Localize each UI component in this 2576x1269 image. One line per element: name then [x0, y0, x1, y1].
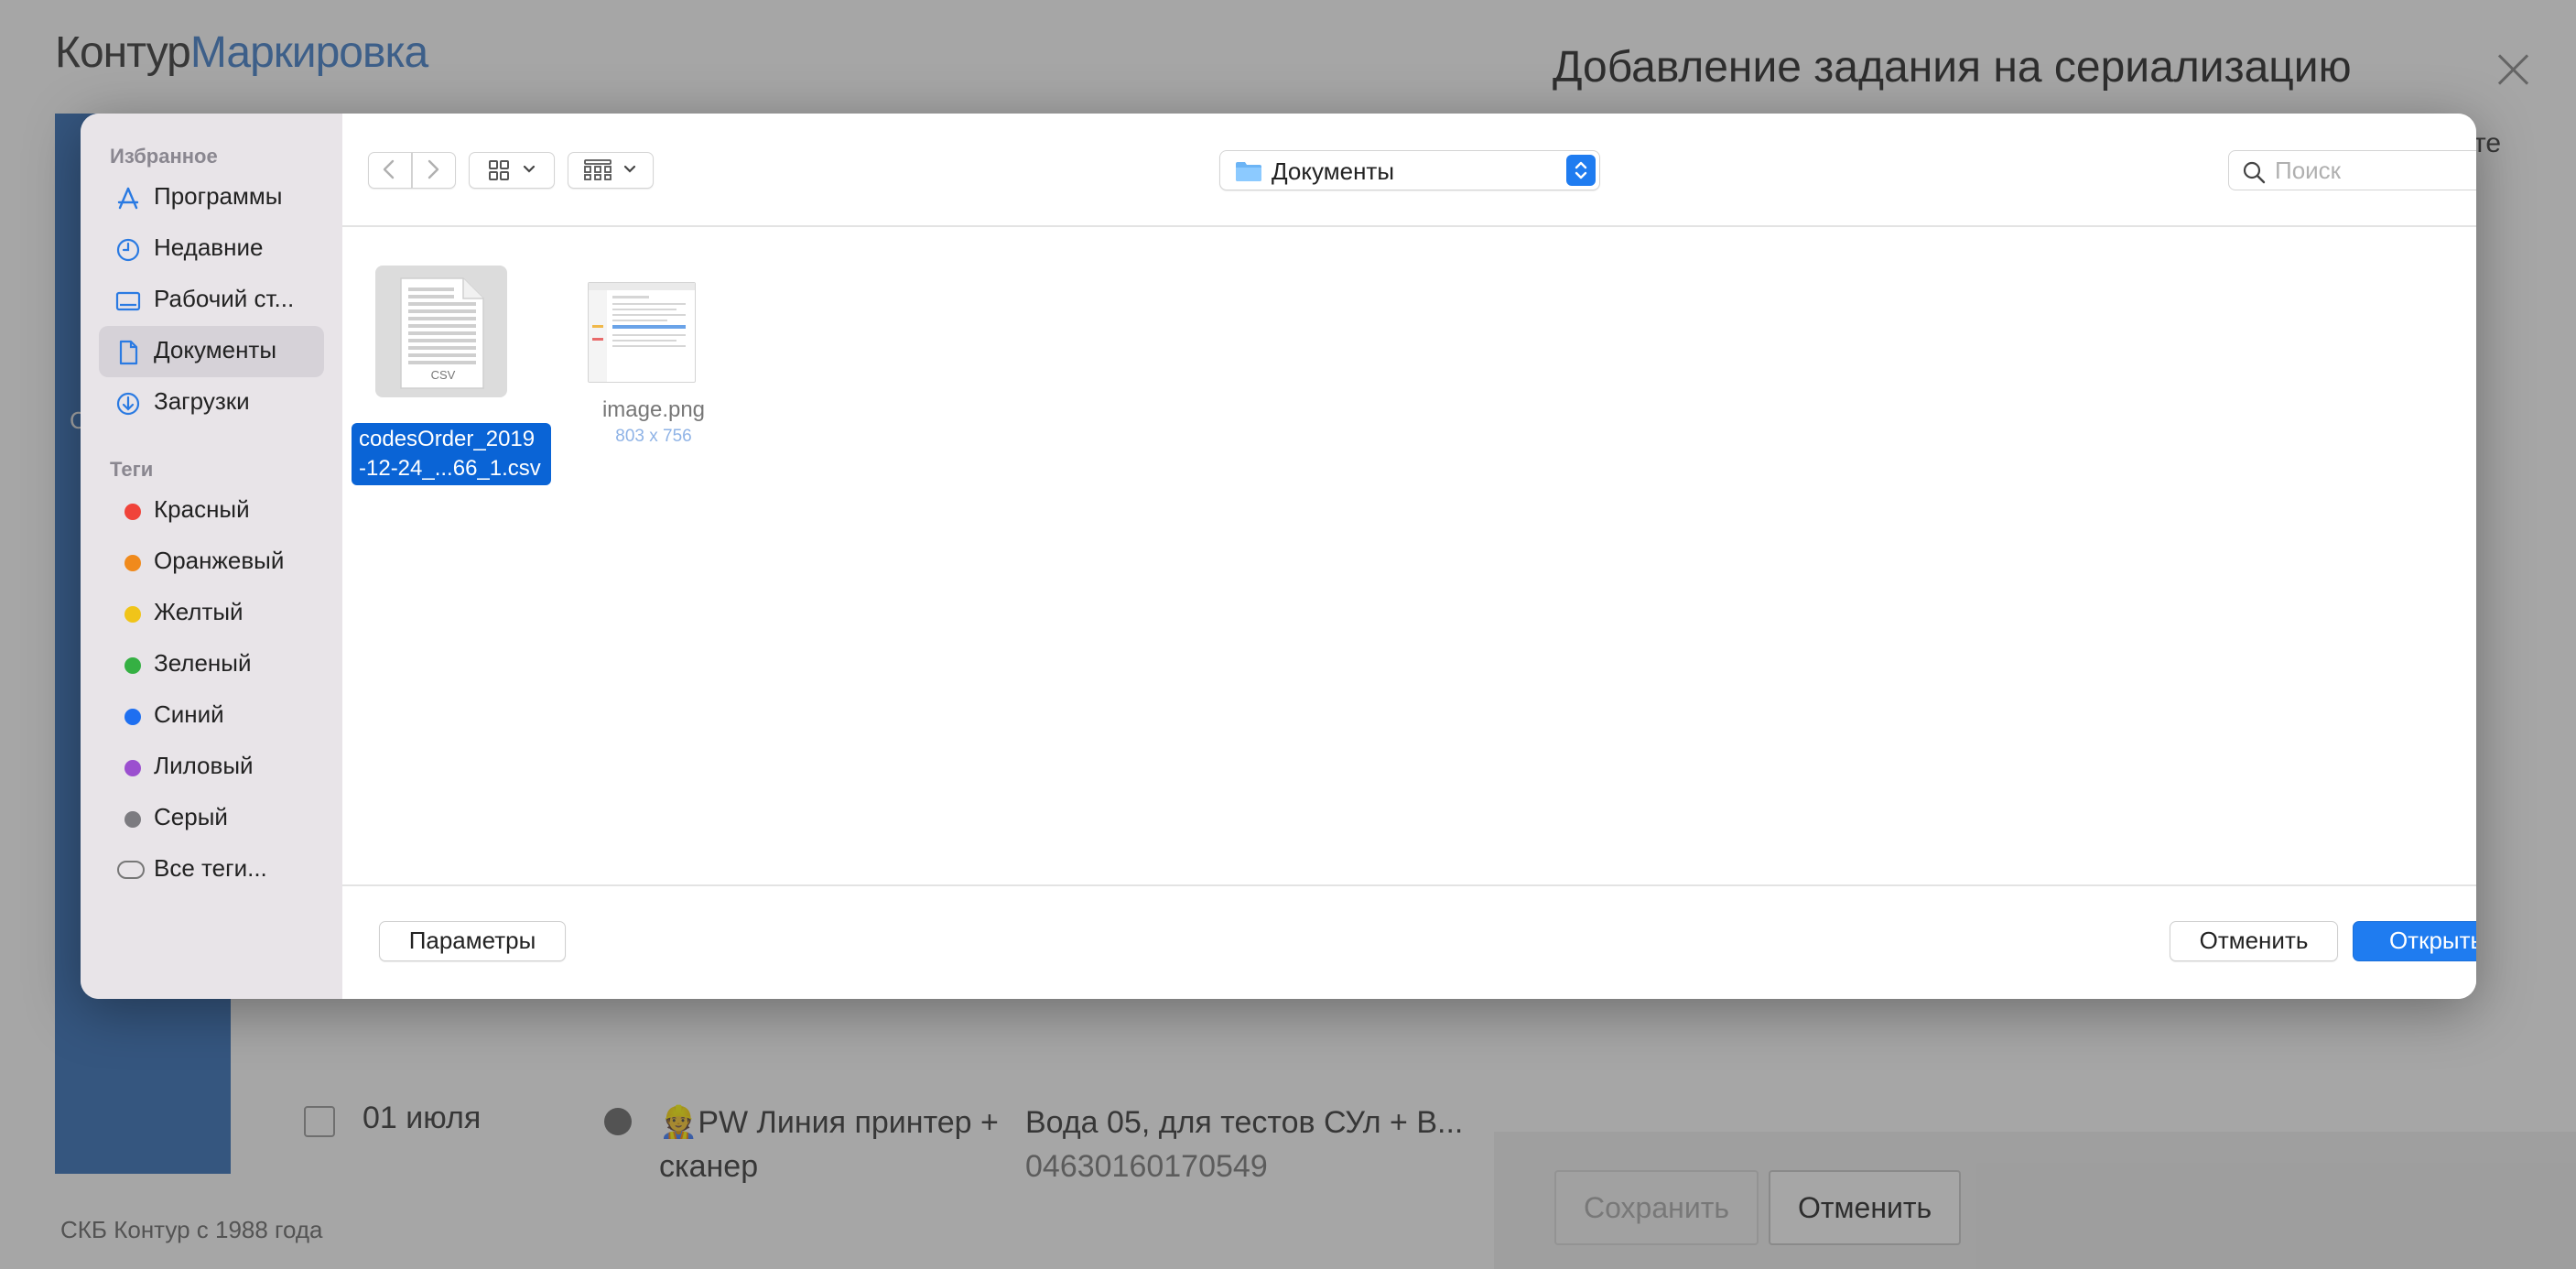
location-label: Документы: [1272, 157, 1395, 185]
tag-dot-icon: [124, 657, 141, 674]
downloads-icon: [116, 392, 140, 416]
tag-dot-icon: [124, 504, 141, 520]
back-button[interactable]: [368, 152, 412, 189]
applications-icon: [117, 187, 139, 210]
sidebar-item-recents[interactable]: Недавние: [99, 223, 324, 275]
grid-view-icon: [489, 160, 536, 180]
sidebar-item-documents[interactable]: Документы: [99, 326, 324, 377]
sidebar-tag-purple[interactable]: Лиловый: [99, 742, 324, 793]
finder-sidebar: Избранное Программы Недавние Рабочий ст.…: [81, 114, 342, 999]
favorites-section-title: Избранное: [110, 145, 218, 168]
chevron-left-icon: [383, 159, 395, 179]
file-name: codesOrder_2019 -12-24_...66_1.csv: [352, 423, 551, 485]
image-preview-icon: [589, 283, 695, 382]
tag-dot-icon: [124, 606, 141, 623]
desktop-icon: [115, 291, 141, 311]
sidebar-all-tags[interactable]: Все теги...: [99, 844, 324, 895]
group-view-icon: [584, 159, 636, 180]
file-item-csv[interactable]: CSV codesOrder_2019 -12-24_...66_1.csv: [342, 229, 562, 485]
csv-document-icon: CSV: [400, 277, 484, 389]
search-icon: [2243, 161, 2266, 184]
tag-dot-icon: [124, 709, 141, 725]
sidebar-item-applications[interactable]: Программы: [99, 172, 324, 223]
dialog-bottom-bar: Параметры Отменить Открыть: [342, 884, 2476, 999]
documents-icon: [119, 340, 138, 365]
location-popup[interactable]: Документы: [1219, 150, 1600, 190]
sidebar-tag-yellow[interactable]: Желтый: [99, 588, 324, 639]
folder-icon: [1236, 162, 1261, 181]
file-open-dialog: Избранное Программы Недавние Рабочий ст.…: [81, 114, 2476, 999]
sidebar-tag-gray[interactable]: Серый: [99, 793, 324, 844]
sidebar-tag-orange[interactable]: Оранжевый: [99, 537, 324, 588]
file-thumbnail: [588, 282, 696, 383]
dialog-toolbar: Документы: [342, 114, 2476, 227]
sidebar-item-downloads[interactable]: Загрузки: [99, 377, 324, 428]
file-item-png[interactable]: image.png 803 x 756: [562, 229, 745, 467]
tags-section-title: Теги: [110, 458, 154, 481]
view-mode-button[interactable]: [469, 152, 555, 189]
sidebar-tag-green[interactable]: Зеленый: [99, 639, 324, 690]
tag-dot-icon: [124, 555, 141, 571]
tag-dot-icon: [124, 760, 141, 776]
cancel-button[interactable]: Отменить: [2170, 921, 2338, 961]
updown-chevron-icon: [1575, 161, 1587, 179]
sidebar-item-desktop[interactable]: Рабочий ст...: [99, 275, 324, 326]
search-field[interactable]: [2228, 150, 2476, 190]
tag-dot-icon: [124, 811, 141, 828]
location-stepper[interactable]: [1566, 155, 1596, 186]
file-browser: Документы Поиск CSV codesOrder_2019 -12-…: [342, 114, 2476, 999]
group-mode-button[interactable]: [568, 152, 654, 189]
sidebar-tag-red[interactable]: Красный: [99, 485, 324, 537]
file-thumbnail: CSV: [375, 266, 507, 397]
sidebar-tag-blue[interactable]: Синий: [99, 690, 324, 742]
forward-button[interactable]: [412, 152, 456, 189]
chevron-right-icon: [428, 159, 439, 179]
file-type-badge: CSV: [431, 368, 456, 382]
file-dimensions: 803 x 756: [615, 427, 692, 446]
file-grid: CSV codesOrder_2019 -12-24_...66_1.csv i…: [342, 229, 2476, 884]
open-button[interactable]: Открыть: [2353, 921, 2476, 961]
all-tags-icon: [117, 861, 145, 879]
options-button[interactable]: Параметры: [379, 921, 566, 961]
recents-clock-icon: [116, 238, 140, 262]
search-input[interactable]: [2275, 157, 2476, 184]
file-name: image.png: [601, 397, 706, 422]
